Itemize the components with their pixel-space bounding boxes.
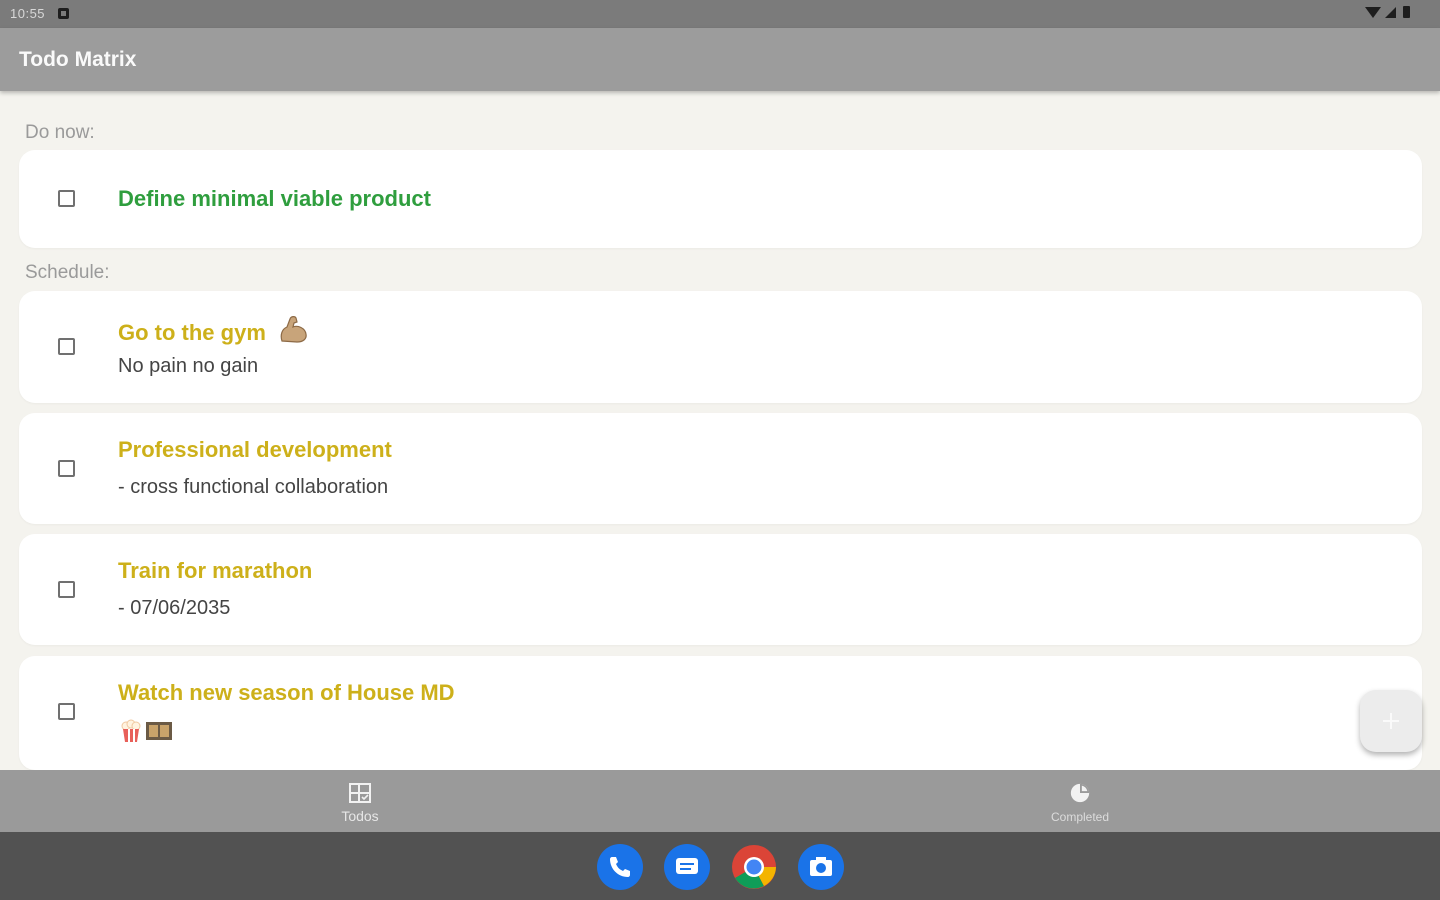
task-title: Define minimal viable product [118, 186, 431, 211]
battery-icon [1403, 6, 1410, 18]
task-description: No pain no gain [118, 355, 259, 377]
add-task-button[interactable] [1360, 690, 1422, 752]
task-card[interactable]: Watch new season of House MD [19, 656, 1422, 770]
task-checkbox[interactable] [58, 703, 75, 720]
task-card[interactable]: Define minimal viable product [19, 150, 1422, 248]
app-title: Todo Matrix [19, 48, 137, 71]
notification-icon [58, 8, 69, 19]
nav-label-completed: Completed [1050, 810, 1110, 824]
film-frames-icon [146, 722, 172, 740]
task-checkbox[interactable] [58, 338, 75, 355]
messages-icon[interactable] [664, 844, 710, 890]
status-bar: 10:55 [0, 0, 1440, 28]
camera-icon[interactable] [798, 844, 844, 890]
cellular-signal-icon [1385, 6, 1396, 18]
task-title: Train for marathon [118, 558, 313, 583]
phone-icon[interactable] [597, 844, 643, 890]
task-card[interactable]: Professional development - cross functio… [19, 413, 1422, 524]
plus-icon [1383, 713, 1399, 729]
wifi-icon [1365, 6, 1381, 18]
flexed-biceps-icon [280, 316, 307, 343]
task-card[interactable]: Train for marathon - 07/06/2035 [19, 534, 1422, 645]
chrome-icon[interactable] [731, 844, 777, 890]
camera-glyph-icon [810, 857, 832, 876]
task-checkbox[interactable] [58, 190, 75, 207]
task-description-icons [120, 719, 172, 743]
status-time: 10:55 [10, 6, 46, 21]
task-description: - cross functional collaboration [118, 476, 389, 498]
chrome-glyph-icon [732, 845, 776, 889]
task-title: Go to the gym [118, 320, 266, 345]
pie-chart-icon [1070, 783, 1090, 803]
nav-item-completed[interactable]: Completed [980, 770, 1180, 832]
task-card[interactable]: Go to the gym No pain no gain [19, 291, 1422, 403]
task-checkbox[interactable] [58, 581, 75, 598]
bottom-navigation: Todos Completed [0, 770, 1440, 832]
task-description: - 07/06/2035 [118, 597, 231, 619]
message-glyph-icon [676, 858, 698, 874]
task-title: Watch new season of House MD [118, 680, 455, 705]
system-dock [0, 832, 1440, 900]
popcorn-icon [121, 719, 141, 742]
nav-item-todos[interactable]: Todos [260, 770, 460, 832]
task-title-row: Go to the gym [118, 315, 308, 346]
phone-glyph-icon [610, 857, 630, 877]
task-title: Professional development [118, 437, 392, 462]
system-icons [1365, 6, 1410, 18]
nav-label-todos: Todos [341, 808, 379, 824]
section-label-do-now: Do now: [25, 122, 95, 143]
app-bar: Todo Matrix [0, 28, 1440, 91]
section-label-schedule: Schedule: [25, 262, 110, 283]
todo-list-icon [349, 783, 371, 803]
task-checkbox[interactable] [58, 460, 75, 477]
